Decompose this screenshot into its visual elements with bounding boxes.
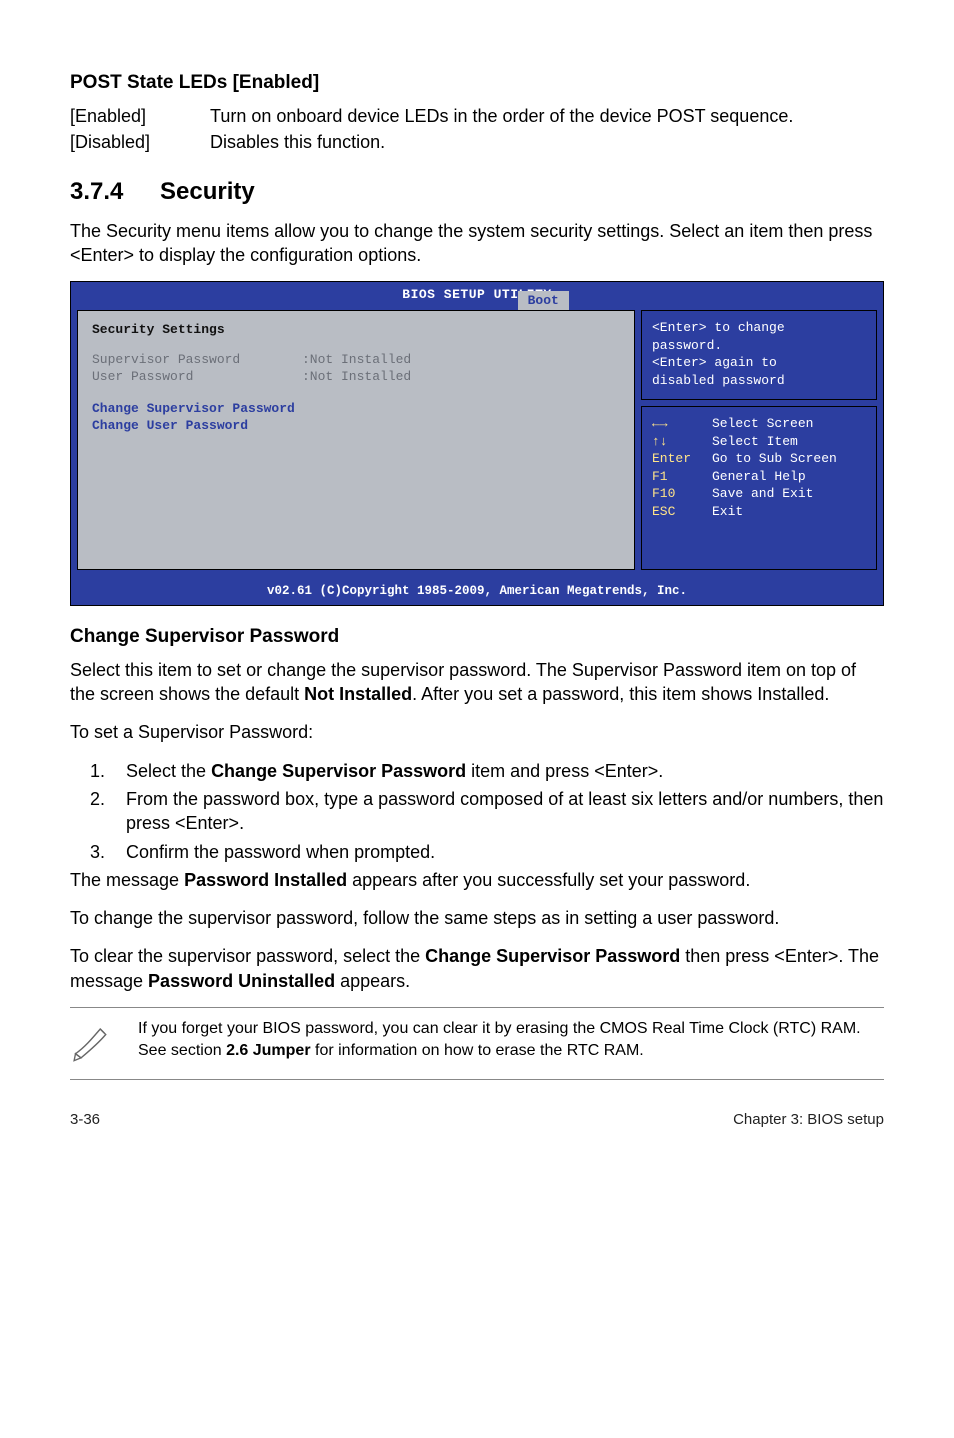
bios-help-l1: <Enter> to change xyxy=(652,319,866,337)
key-exit: Exit xyxy=(712,503,743,521)
section-intro: The Security menu items allow you to cha… xyxy=(70,219,884,268)
page-number: 3-36 xyxy=(70,1110,100,1130)
chapter-label: Chapter 3: BIOS setup xyxy=(733,1110,884,1130)
bios-user-label: User Password xyxy=(92,368,302,386)
key-arrows-lr: ←→ xyxy=(652,415,712,433)
bios-help-l4: disabled password xyxy=(652,372,866,390)
p3a: The message xyxy=(70,870,184,890)
key-f10: F10 xyxy=(652,485,712,503)
bios-user-value: :Not Installed xyxy=(302,368,411,386)
p1b: Not Installed xyxy=(304,684,412,704)
s1c: item and press <Enter>. xyxy=(466,761,663,781)
change-sup-heading: Change Supervisor Password xyxy=(70,624,884,650)
s1b: Change Supervisor Password xyxy=(211,761,466,781)
key-enter: Enter xyxy=(652,450,712,468)
def-enabled: Turn on onboard device LEDs in the order… xyxy=(210,104,884,128)
key-sub-screen: Go to Sub Screen xyxy=(712,450,837,468)
page-footer: 3-36 Chapter 3: BIOS setup xyxy=(70,1110,884,1130)
steps-list: Select the Change Supervisor Password it… xyxy=(110,759,884,864)
bios-help-l2: password. xyxy=(652,337,866,355)
bios-row-supervisor: Supervisor Password :Not Installed xyxy=(92,351,620,369)
def-disabled: Disables this function. xyxy=(210,130,884,154)
change-sup-p5: To clear the supervisor password, select… xyxy=(70,944,884,993)
pencil-icon xyxy=(70,1018,114,1062)
bios-sup-label: Supervisor Password xyxy=(92,351,302,369)
section-number: 3.7.4 xyxy=(70,176,160,208)
bios-change-supervisor[interactable]: Change Supervisor Password xyxy=(92,400,620,418)
bios-left-pane: Security Settings Supervisor Password :N… xyxy=(77,310,635,570)
note-text: If you forget your BIOS password, you ca… xyxy=(138,1018,884,1061)
bios-footer: v02.61 (C)Copyright 1985-2009, American … xyxy=(71,580,883,605)
section-title-text: Security xyxy=(160,178,255,205)
bios-change-user[interactable]: Change User Password xyxy=(92,417,620,435)
note-icon xyxy=(70,1018,118,1069)
p3c: appears after you successfully set your … xyxy=(347,870,750,890)
change-sup-p1: Select this item to set or change the su… xyxy=(70,658,884,707)
def-row-disabled: [Disabled] Disables this function. xyxy=(70,130,884,154)
term-disabled: [Disabled] xyxy=(70,130,210,154)
bios-help-pane: <Enter> to change password. <Enter> agai… xyxy=(641,310,877,400)
step-1: Select the Change Supervisor Password it… xyxy=(110,759,884,783)
bios-panel: BIOS SETUP UTILITY Boot Security Setting… xyxy=(70,281,884,606)
change-sup-p4: To change the supervisor password, follo… xyxy=(70,906,884,930)
bios-tab-boot[interactable]: Boot xyxy=(518,291,569,311)
bios-security-heading: Security Settings xyxy=(92,321,620,339)
bios-row-user: User Password :Not Installed xyxy=(92,368,620,386)
section-heading: 3.7.4Security xyxy=(70,176,884,208)
bios-sup-value: :Not Installed xyxy=(302,351,411,369)
key-arrows-ud: ↑↓ xyxy=(652,433,712,451)
bios-help-l3: <Enter> again to xyxy=(652,354,866,372)
key-select-screen: Select Screen xyxy=(712,415,813,433)
bios-keys-pane: ←→Select Screen ↑↓Select Item EnterGo to… xyxy=(641,406,877,570)
p5d: Password Uninstalled xyxy=(148,971,335,991)
step-2: From the password box, type a password c… xyxy=(110,787,884,836)
p1c: . After you set a password, this item sh… xyxy=(412,684,829,704)
change-sup-p3: The message Password Installed appears a… xyxy=(70,868,884,892)
key-help: General Help xyxy=(712,468,806,486)
change-sup-p2: To set a Supervisor Password: xyxy=(70,720,884,744)
note-box: If you forget your BIOS password, you ca… xyxy=(70,1007,884,1080)
p5e: appears. xyxy=(335,971,410,991)
note-c: for information on how to erase the RTC … xyxy=(311,1042,644,1059)
note-b: 2.6 Jumper xyxy=(226,1042,310,1059)
p5a: To clear the supervisor password, select… xyxy=(70,946,425,966)
key-f1: F1 xyxy=(652,468,712,486)
bios-titlebar: BIOS SETUP UTILITY Boot xyxy=(71,282,883,310)
def-row-enabled: [Enabled] Turn on onboard device LEDs in… xyxy=(70,104,884,128)
key-save-exit: Save and Exit xyxy=(712,485,813,503)
key-esc: ESC xyxy=(652,503,712,521)
key-select-item: Select Item xyxy=(712,433,798,451)
term-enabled: [Enabled] xyxy=(70,104,210,128)
step-3: Confirm the password when prompted. xyxy=(110,840,884,864)
s1a: Select the xyxy=(126,761,211,781)
p3b: Password Installed xyxy=(184,870,347,890)
p5b: Change Supervisor Password xyxy=(425,946,680,966)
post-leds-heading: POST State LEDs [Enabled] xyxy=(70,70,884,96)
